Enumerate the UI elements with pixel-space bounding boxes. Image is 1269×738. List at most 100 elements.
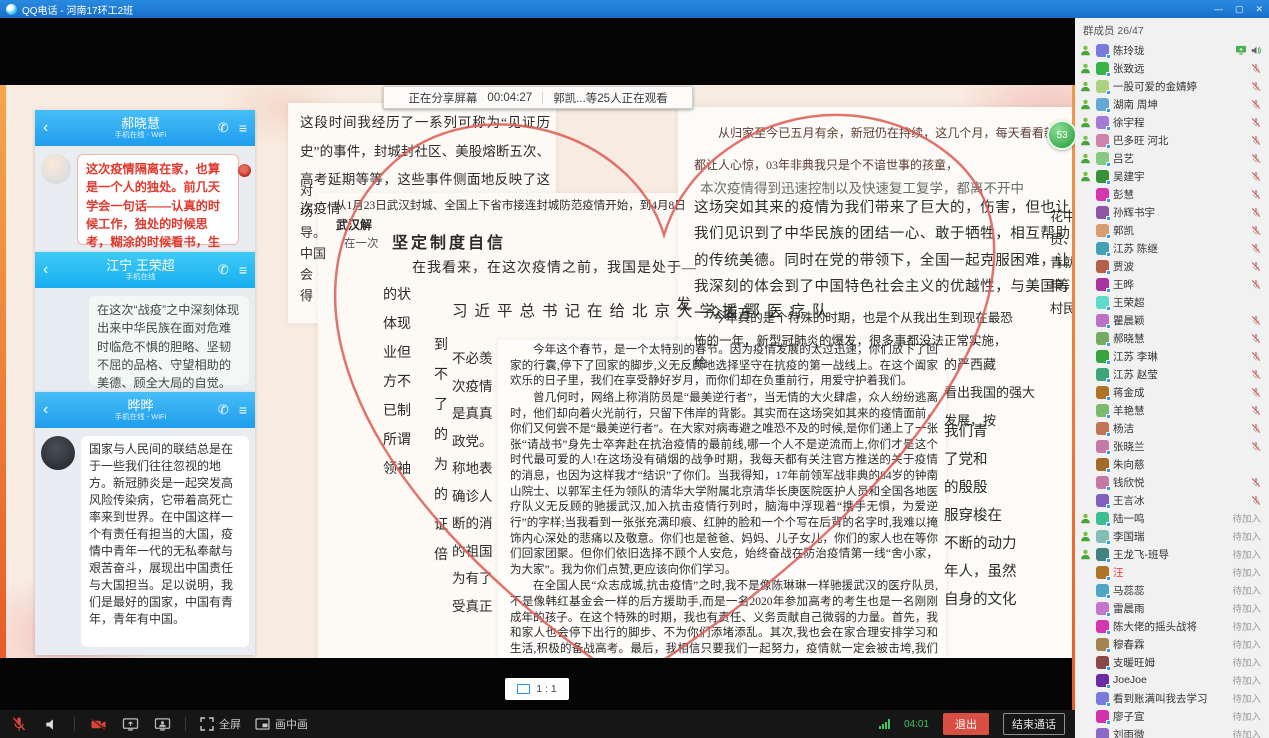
member-row[interactable]: 蒋金成 — [1075, 383, 1269, 401]
document-fragment: 的祖国 — [452, 538, 493, 566]
member-row[interactable]: 汪待加入 — [1075, 563, 1269, 581]
member-row[interactable]: 吕艺 — [1075, 149, 1269, 167]
online-person-icon — [1080, 153, 1091, 164]
member-name: 张晓兰 — [1113, 439, 1247, 454]
member-row[interactable]: 湖南 周坤 — [1075, 95, 1269, 113]
chat-body: 国家与人民间的联结总是在于一些我们往往忽视的地方。新冠肺炎是一起突发高风险传染病… — [35, 428, 255, 655]
avatar — [1096, 386, 1109, 399]
document-fragment-column: 对场导。中国会得 — [300, 180, 326, 306]
online-person-icon — [1080, 513, 1091, 524]
member-row[interactable]: 彭慧 — [1075, 185, 1269, 203]
document-fragment: 倍 — [434, 541, 448, 571]
member-row[interactable]: 羊艳慧 — [1075, 401, 1269, 419]
member-row[interactable]: 马蕊蕊待加入 — [1075, 581, 1269, 599]
member-row[interactable]: JoeJoe待加入 — [1075, 671, 1269, 689]
member-row[interactable]: 李国瑞待加入 — [1075, 527, 1269, 545]
member-row[interactable]: 吴建宇 — [1075, 167, 1269, 185]
call-toolbar: 全屏 画中画 04:01 退出 结束通话 — [0, 710, 1075, 738]
avatar — [1096, 494, 1109, 507]
mic-muted-icon — [1251, 81, 1261, 92]
member-person-icon — [1080, 99, 1092, 110]
mobile-badge-icon — [1106, 378, 1111, 383]
member-row[interactable]: 王言冰 — [1075, 491, 1269, 509]
shared-screen-area: 这段时间我经历了一系列可称为“见证历史”的事件，封城封社区、美股熔断五次、高考延… — [0, 18, 1075, 710]
speaker-icon[interactable] — [42, 715, 60, 733]
member-row[interactable]: 徐宇程 — [1075, 113, 1269, 131]
document-fragment: 的严西藏 — [944, 351, 1035, 379]
member-status: 待加入 — [1232, 691, 1261, 705]
member-status — [1251, 81, 1261, 92]
mic-muted-icon — [1251, 135, 1261, 146]
chat-screenshot-2: ‹ 江宁 王荣超 手机在线 ✆ ≡ 在这次“战疫”之中深刻体现出来中华民族在面对… — [35, 252, 255, 393]
member-row[interactable]: 看到账满叫我去学习待加入 — [1075, 689, 1269, 707]
member-name: 徐宇程 — [1113, 115, 1247, 130]
avatar — [1096, 566, 1109, 579]
member-row[interactable]: 一股可爱的金婧婷 — [1075, 77, 1269, 95]
share-screen-icon[interactable] — [121, 715, 139, 733]
member-row[interactable]: 刘雨微待加入 — [1075, 725, 1269, 738]
member-row[interactable]: 杨洁 — [1075, 419, 1269, 437]
avatar — [1096, 80, 1109, 93]
member-row[interactable]: 贾波 — [1075, 257, 1269, 275]
end-call-button[interactable]: 结束通话 — [1003, 713, 1065, 735]
close-button[interactable]: ✕ — [1255, 4, 1263, 15]
chat-body: 在这次“战疫”之中深刻体现出来中华民族在面对危难时临危不惧的胆略、坚韧不屈的品格… — [35, 288, 255, 393]
mic-muted-icon[interactable] — [10, 715, 28, 733]
member-row[interactable]: 雷晨雨待加入 — [1075, 599, 1269, 617]
exit-button[interactable]: 退出 — [943, 713, 989, 735]
member-status — [1251, 243, 1261, 254]
member-row[interactable]: 陆一鸣待加入 — [1075, 509, 1269, 527]
member-row[interactable]: 王龙飞-班导待加入 — [1075, 545, 1269, 563]
member-status — [1251, 117, 1261, 128]
document-fragment: 已制 — [383, 397, 411, 426]
mobile-badge-icon — [1106, 720, 1111, 725]
member-row[interactable]: 王晔 — [1075, 275, 1269, 293]
member-status — [1251, 387, 1261, 398]
maximize-button[interactable]: ▢ — [1235, 4, 1244, 15]
member-name: 郭凯 — [1113, 223, 1247, 238]
member-row[interactable]: 郭凯 — [1075, 221, 1269, 239]
avatar — [1096, 638, 1109, 651]
avatar — [1096, 350, 1109, 363]
member-row[interactable]: 张晓兰 — [1075, 437, 1269, 455]
member-status — [1251, 423, 1261, 434]
member-row[interactable]: 朱向慈 — [1075, 455, 1269, 473]
member-row[interactable]: 钱欣悦 — [1075, 473, 1269, 491]
mobile-badge-icon — [1106, 432, 1111, 437]
fullscreen-label: 全屏 — [219, 716, 241, 732]
member-row[interactable]: 王荣超 — [1075, 293, 1269, 311]
member-row[interactable]: 江苏 赵莹 — [1075, 365, 1269, 383]
member-row[interactable]: 巴多旺 河北 — [1075, 131, 1269, 149]
member-row[interactable]: 陈玲珑 — [1075, 41, 1269, 59]
wallpaper-edge-right — [1072, 85, 1075, 710]
mobile-badge-icon — [1106, 630, 1111, 635]
member-row[interactable]: 穆春霖待加入 — [1075, 635, 1269, 653]
member-row[interactable]: 孙辉书宇 — [1075, 203, 1269, 221]
document-fragment-column: 我们青了党和的殷殷服穿梭在不断的动力年人，虽然自身的文化 — [944, 418, 1017, 614]
fullscreen-button[interactable]: 全屏 — [200, 716, 241, 732]
camera-off-icon[interactable] — [89, 715, 107, 733]
member-row[interactable]: 瞿晨颖 — [1075, 311, 1269, 329]
mobile-badge-icon — [1106, 468, 1111, 473]
member-row[interactable]: 陈大佬的摇头战将待加入 — [1075, 617, 1269, 635]
member-status: 待加入 — [1232, 655, 1261, 669]
floating-badge[interactable]: 53 — [1047, 120, 1075, 150]
member-row[interactable]: 郝晓慧 — [1075, 329, 1269, 347]
minimize-button[interactable]: — — [1214, 4, 1223, 15]
member-row[interactable]: 廖子宣待加入 — [1075, 707, 1269, 725]
mic-muted-icon — [1251, 171, 1261, 182]
chat-avatar — [41, 436, 75, 470]
call-duration: 04:01 — [904, 719, 929, 730]
member-row[interactable]: 支暖旺姆待加入 — [1075, 653, 1269, 671]
scale-1-1-button[interactable]: 1 : 1 — [505, 678, 569, 700]
present-window-icon[interactable] — [153, 715, 171, 733]
member-row[interactable]: 张致远 — [1075, 59, 1269, 77]
member-row[interactable]: 江苏 李琳 — [1075, 347, 1269, 365]
member-name: 廖子宣 — [1113, 709, 1228, 724]
member-row[interactable]: 江苏 陈继 — [1075, 239, 1269, 257]
avatar — [1096, 188, 1109, 201]
document-fragment: 导。 — [300, 222, 326, 243]
toolbar-divider — [74, 717, 75, 731]
mobile-badge-icon — [1106, 648, 1111, 653]
pip-button[interactable]: 画中画 — [255, 716, 308, 732]
